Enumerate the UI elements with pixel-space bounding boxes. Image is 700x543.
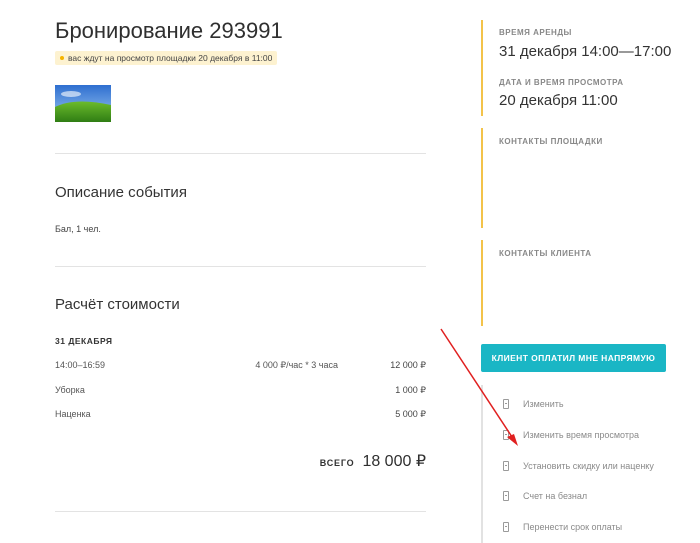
cost-row: Наценка 5 000 ₽ [55,409,426,423]
extend-payment-deadline-action[interactable]: Перенести срок оплаты [503,520,622,534]
total-block: ВСЕГО 18 000 ₽ [320,451,426,471]
cost-row-rate: 4 000 ₽/час * 3 часа [255,360,338,370]
viewing-label: ДАТА И ВРЕМЯ ПРОСМОТРА [499,78,624,87]
client-contacts-label: КОНТАКТЫ КЛИЕНТА [499,249,592,258]
viewing-notice-text: вас ждут на просмотр площадки 20 декабря… [68,53,273,63]
action-label: Счет на безнал [523,491,588,501]
set-discount-action[interactable]: Установить скидку или наценку [503,459,654,473]
change-viewing-time-action[interactable]: Изменить время просмотра [503,428,639,442]
cost-row-amount: 5 000 ₽ [395,409,426,419]
info-accent-bar [481,20,483,116]
action-label: Изменить время просмотра [523,430,639,440]
client-paid-directly-button[interactable]: КЛИЕНТ ОПЛАТИЛ МНЕ НАПРЯМУЮ [481,344,666,372]
actions-divider-bar [481,385,483,543]
document-icon [503,430,509,440]
event-section-title: Описание события [55,184,187,201]
divider [55,266,426,267]
event-description: Бал, 1 чел. [55,224,101,234]
action-label: Установить скидку или наценку [523,461,654,471]
cost-section-title: Расчёт стоимости [55,296,180,313]
document-icon [503,491,509,501]
cost-row-amount: 1 000 ₽ [395,385,426,395]
cost-date-heading: 31 ДЕКАБРЯ [55,336,113,346]
document-icon [503,461,509,471]
document-icon [503,399,509,409]
rental-time-value: 31 декабря 14:00—17:00 [499,43,672,60]
document-icon [503,522,509,532]
divider [55,511,426,512]
action-label: Изменить [523,399,564,409]
venue-contacts-accent-bar [481,128,483,228]
total-label: ВСЕГО [319,458,355,468]
cost-row: Уборка 1 000 ₽ [55,385,426,399]
cost-row-label: Уборка [55,385,85,395]
viewing-value: 20 декабря 11:00 [499,92,618,109]
status-dot-icon [60,56,64,60]
cost-row-label: Наценка [55,409,91,419]
divider [55,153,426,154]
edit-action[interactable]: Изменить [503,397,564,411]
viewing-notice-badge: вас ждут на просмотр площадки 20 декабря… [55,51,278,65]
action-label: Перенести срок оплаты [523,522,623,532]
cost-row: 14:00–16:59 4 000 ₽/час * 3 часа 12 000 … [55,360,426,374]
total-value: 18 000 ₽ [362,453,426,470]
page-title: Бронирование 293991 [55,18,283,43]
venue-contacts-label: КОНТАКТЫ ПЛОЩАДКИ [499,137,603,146]
cost-row-amount: 12 000 ₽ [390,360,426,370]
rental-time-label: ВРЕМЯ АРЕНДЫ [499,28,572,37]
client-contacts-accent-bar [481,240,483,326]
venue-photo-thumbnail[interactable] [55,85,111,122]
cost-row-label: 14:00–16:59 [55,360,106,370]
invoice-action[interactable]: Счет на безнал [503,489,587,503]
